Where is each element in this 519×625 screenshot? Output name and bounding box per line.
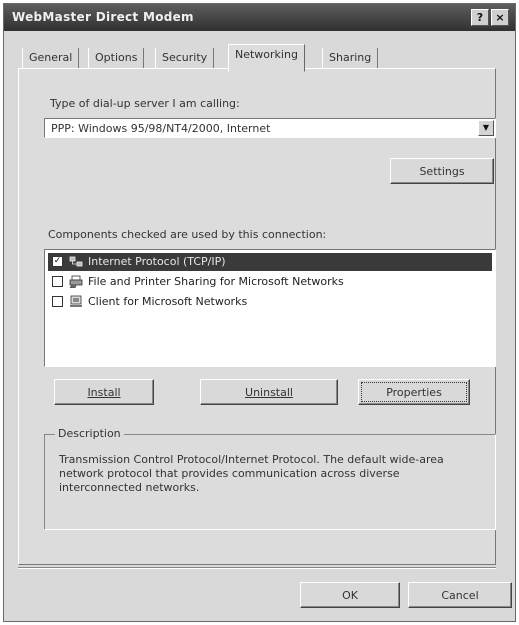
ok-button[interactable]: OK bbox=[300, 582, 400, 608]
tab-sharing[interactable]: Sharing bbox=[322, 48, 379, 68]
description-groupbox: Description Transmission Control Protoco… bbox=[44, 427, 496, 530]
footer-separator bbox=[18, 567, 496, 569]
server-type-dropdown[interactable]: PPP: Windows 95/98/NT4/2000, Internet ▼ bbox=[44, 118, 496, 138]
settings-button[interactable]: Settings bbox=[390, 158, 494, 184]
list-item-tcpip[interactable]: ✓ Internet Protocol (TCP/IP) bbox=[48, 253, 492, 271]
component-checkbox[interactable] bbox=[52, 296, 63, 307]
list-item-client-networks[interactable]: Client for Microsoft Networks bbox=[48, 293, 492, 311]
components-label: Components checked are used by this conn… bbox=[48, 228, 327, 241]
server-type-value: PPP: Windows 95/98/NT4/2000, Internet bbox=[51, 122, 271, 135]
help-button[interactable]: ? bbox=[471, 9, 489, 26]
window-title: WebMaster Direct Modem bbox=[12, 10, 194, 24]
printer-sharing-icon bbox=[69, 275, 83, 288]
title-bar[interactable]: WebMaster Direct Modem ? × bbox=[4, 4, 515, 31]
components-list[interactable]: ✓ Internet Protocol (TCP/IP) File and Pr… bbox=[44, 249, 496, 367]
chevron-down-icon[interactable]: ▼ bbox=[478, 120, 494, 136]
install-button-label: Install bbox=[87, 386, 121, 399]
tab-security[interactable]: Security bbox=[155, 48, 215, 68]
description-text: Transmission Control Protocol/Internet P… bbox=[59, 453, 444, 494]
tab-options[interactable]: Options bbox=[88, 48, 145, 68]
component-checkbox[interactable] bbox=[52, 276, 63, 287]
tab-networking[interactable]: Networking bbox=[228, 44, 305, 72]
component-checkbox[interactable]: ✓ bbox=[52, 256, 63, 267]
network-client-icon bbox=[70, 295, 82, 307]
list-item-file-printer-sharing[interactable]: File and Printer Sharing for Microsoft N… bbox=[48, 273, 492, 291]
description-legend: Description bbox=[55, 427, 124, 440]
component-label: File and Printer Sharing for Microsoft N… bbox=[88, 275, 344, 288]
uninstall-button-label: Uninstall bbox=[245, 386, 293, 399]
protocol-icon bbox=[69, 256, 83, 267]
component-label: Internet Protocol (TCP/IP) bbox=[88, 255, 226, 268]
close-button[interactable]: × bbox=[491, 9, 509, 26]
cancel-button[interactable]: Cancel bbox=[408, 582, 512, 608]
install-button[interactable]: Install bbox=[54, 379, 154, 405]
tab-general[interactable]: General bbox=[22, 48, 80, 68]
uninstall-button[interactable]: Uninstall bbox=[200, 379, 338, 405]
server-type-label: Type of dial-up server I am calling: bbox=[50, 97, 240, 110]
properties-button[interactable]: Properties bbox=[358, 379, 470, 405]
component-label: Client for Microsoft Networks bbox=[88, 295, 248, 308]
